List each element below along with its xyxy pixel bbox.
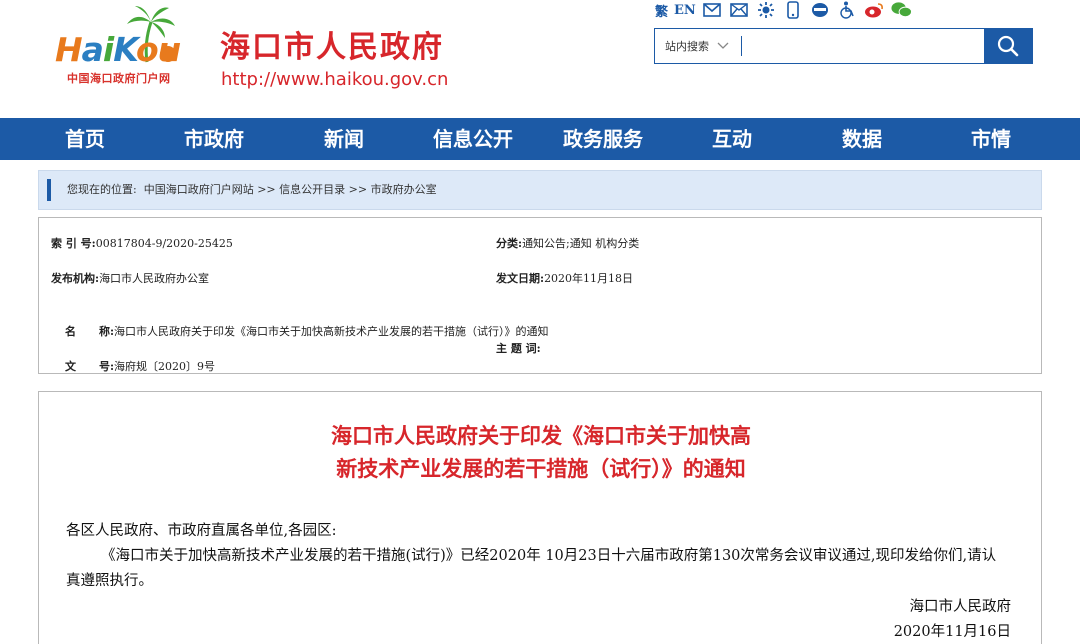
meta-index-label: 索 引 号: — [51, 237, 96, 250]
logo-subtitle: 中国海口政府门户网 — [67, 72, 171, 85]
breadcrumb-link-office[interactable]: 市政府办公室 — [371, 183, 437, 196]
wheelchair-icon[interactable] — [837, 1, 858, 19]
breadcrumb-separator: >> — [257, 183, 276, 196]
nav-item-info-disclosure[interactable]: 信息公开 — [433, 118, 513, 160]
nav-item-interaction[interactable]: 互动 — [712, 118, 752, 160]
document-metadata: 索 引 号:00817804-9/2020-25425 分类:通知公告;通知 机… — [38, 217, 1042, 374]
meta-keywords: 主 题 词: — [496, 340, 541, 358]
mail-icon[interactable] — [702, 1, 723, 19]
meta-index-value: 00817804-9/2020-25425 — [95, 237, 233, 250]
site-header: HaiKou 中国海口政府门户网 海口市人民政府 http://www.haik… — [0, 0, 1080, 118]
traditional-chinese-link[interactable]: 繁 — [655, 1, 668, 20]
meta-publisher-value: 海口市人民政府办公室 — [99, 272, 210, 285]
meta-doc-number-value: 海府规〔2020〕9号 — [114, 360, 216, 373]
site-search: 站内搜索 — [654, 28, 1033, 64]
document-signature: 海口市人民政府 — [909, 599, 1012, 615]
nav-item-data[interactable]: 数据 — [842, 118, 882, 160]
meta-doc-number-label: 文 号: — [65, 360, 115, 373]
haikou-logo[interactable]: HaiKou 中国海口政府门户网 — [55, 4, 200, 86]
meta-publisher-label: 发布机构: — [51, 272, 100, 285]
document-body-line-2: 真遵照执行。 — [66, 573, 153, 589]
search-scope-label: 站内搜索 — [665, 40, 709, 53]
meta-category: 分类:通知公告;通知 机构分类 — [496, 235, 639, 253]
breadcrumb-marker — [47, 179, 51, 201]
main-nav: 首页 市政府 新闻 信息公开 政务服务 互动 数据 市情 — [0, 118, 1080, 160]
nav-item-city-info[interactable]: 市情 — [971, 118, 1011, 160]
mobile-icon[interactable] — [783, 1, 804, 19]
meta-publisher: 发布机构:海口市人民政府办公室 — [51, 270, 209, 288]
meta-keywords-label: 主 题 词: — [496, 342, 541, 355]
meta-name-label: 名 称: — [65, 325, 115, 338]
document-salutation: 各区人民政府、市政府直属各单位,各园区: — [66, 523, 337, 539]
nav-item-news[interactable]: 新闻 — [324, 118, 364, 160]
logo-letters-ou: ou — [136, 30, 181, 69]
breadcrumb: 您现在的位置: 中国海口政府门户网站 >> 信息公开目录 >> 市政府办公室 — [38, 170, 1042, 210]
meta-index-number: 索 引 号:00817804-9/2020-25425 — [51, 235, 233, 253]
meta-doc-number: 文 号:海府规〔2020〕9号 — [51, 340, 215, 373]
logo-wordmark: HaiKou — [55, 30, 181, 69]
search-button[interactable] — [984, 29, 1032, 63]
search-input[interactable] — [745, 32, 983, 60]
breadcrumb-link-portal[interactable]: 中国海口政府门户网站 — [144, 183, 254, 196]
meta-date-label: 发文日期: — [496, 272, 545, 285]
meta-category-label: 分类: — [496, 237, 523, 250]
meta-name-value: 海口市人民政府关于印发《海口市关于加快高新技术产业发展的若干措施（试行）》的通知 — [114, 325, 549, 338]
breadcrumb-prefix: 您现在的位置: — [67, 183, 137, 196]
chevron-down-icon — [717, 40, 729, 53]
logo-letter-i: i — [102, 30, 114, 69]
search-scope-select[interactable]: 站内搜索 — [655, 29, 741, 63]
weibo-icon[interactable] — [864, 1, 885, 19]
document-body: 海口市人民政府关于印发《海口市关于加快高 新技术产业发展的若干措施（试行）》的通… — [38, 391, 1042, 644]
meta-category-value: 通知公告;通知 机构分类 — [522, 237, 640, 250]
nav-item-gov-services[interactable]: 政务服务 — [563, 118, 643, 160]
nav-item-city-government[interactable]: 市政府 — [184, 118, 244, 160]
utility-bar: 繁 EN — [655, 0, 912, 20]
document-sign-date: 2020年11月16日 — [893, 624, 1011, 640]
logo-letter-h: H — [55, 30, 83, 69]
meta-date: 发文日期:2020年11月18日 — [496, 270, 633, 288]
meta-date-value: 2020年11月18日 — [544, 272, 634, 285]
qq-icon[interactable] — [810, 1, 831, 19]
site-title: 海口市人民政府 — [220, 30, 444, 65]
document-title-line-2: 新技术产业发展的若干措施（试行）》的通知 — [336, 457, 746, 481]
breadcrumb-link-catalog[interactable]: 信息公开目录 — [279, 183, 345, 196]
accessibility-sun-icon[interactable] — [756, 1, 777, 19]
document-body-line-1: 《海口市关于加快高新技术产业发展的若干措施(试行)》已经2020年 10月23日… — [101, 548, 997, 564]
breadcrumb-text: 您现在的位置: 中国海口政府门户网站 >> 信息公开目录 >> 市政府办公室 — [67, 171, 437, 209]
document-title-line-1: 海口市人民政府关于印发《海口市关于加快高 — [331, 424, 751, 448]
english-link[interactable]: EN — [674, 1, 696, 19]
search-divider — [741, 36, 742, 56]
wechat-icon[interactable] — [891, 1, 912, 19]
breadcrumb-separator: >> — [348, 183, 368, 196]
site-url[interactable]: http://www.haikou.gov.cn — [221, 69, 448, 90]
nav-item-home[interactable]: 首页 — [65, 118, 105, 160]
meta-name: 名 称:海口市人民政府关于印发《海口市关于加快高新技术产业发展的若干措施（试行）… — [51, 305, 549, 338]
logo-letter-k: K — [113, 30, 137, 69]
envelope-icon[interactable] — [729, 1, 750, 19]
logo-letter-a: a — [81, 30, 104, 69]
search-icon — [997, 35, 1019, 57]
